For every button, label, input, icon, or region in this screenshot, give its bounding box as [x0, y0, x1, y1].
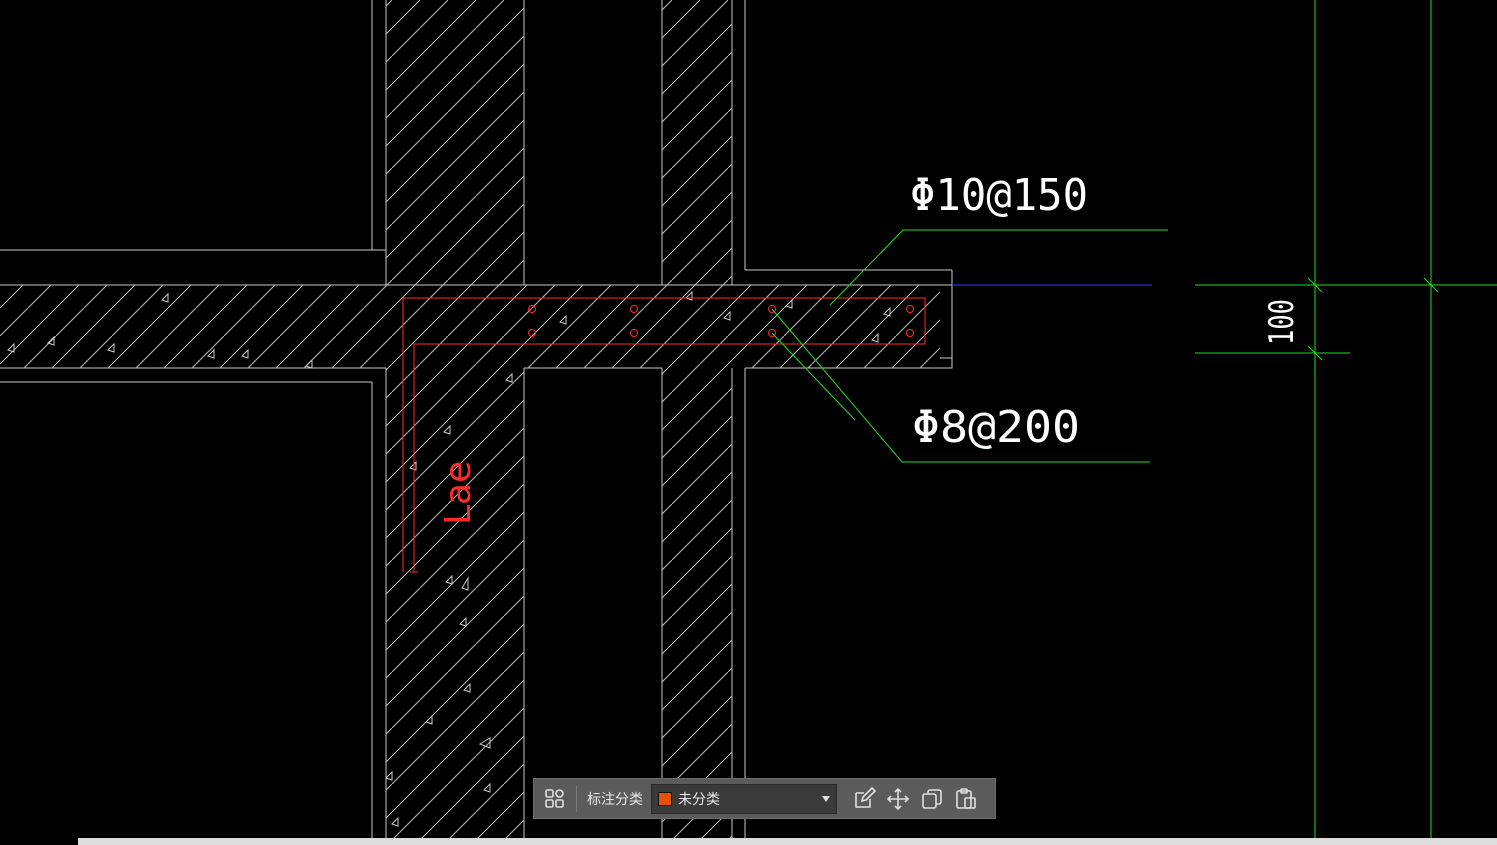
hatched-wall-right: [661, 0, 733, 838]
annotation-toolbar: 标注分类 未分类: [533, 778, 996, 819]
toolbar-separator: [576, 785, 577, 812]
category-value: 未分类: [678, 791, 720, 808]
chevron-down-icon: [822, 795, 830, 802]
rebar-top-label: Φ10@150: [910, 170, 1088, 221]
dimension-marker: [1195, 0, 1497, 838]
category-label: 标注分类: [587, 791, 643, 808]
dimension-value: 100: [1262, 299, 1302, 345]
category-grid-button[interactable]: [540, 784, 570, 814]
move-icon: [886, 787, 910, 810]
edit-button[interactable]: [849, 784, 879, 814]
cad-drawing-canvas[interactable]: Lae Φ10@150 Φ8@200 100: [0, 0, 1497, 845]
copy-icon: [922, 788, 942, 809]
rebar-bottom-label: Φ8@200: [912, 402, 1080, 453]
paste-icon: [956, 787, 976, 809]
bottom-scroll-strip: [78, 838, 1497, 845]
category-color-swatch: [658, 791, 672, 806]
anchor-length-label: Lae: [438, 461, 479, 525]
paste-button[interactable]: [951, 784, 981, 814]
edit-icon: [855, 786, 876, 808]
copy-button[interactable]: [917, 784, 947, 814]
category-select[interactable]: 未分类: [651, 783, 837, 814]
grid-icon: [545, 788, 564, 808]
move-button[interactable]: [883, 784, 913, 814]
